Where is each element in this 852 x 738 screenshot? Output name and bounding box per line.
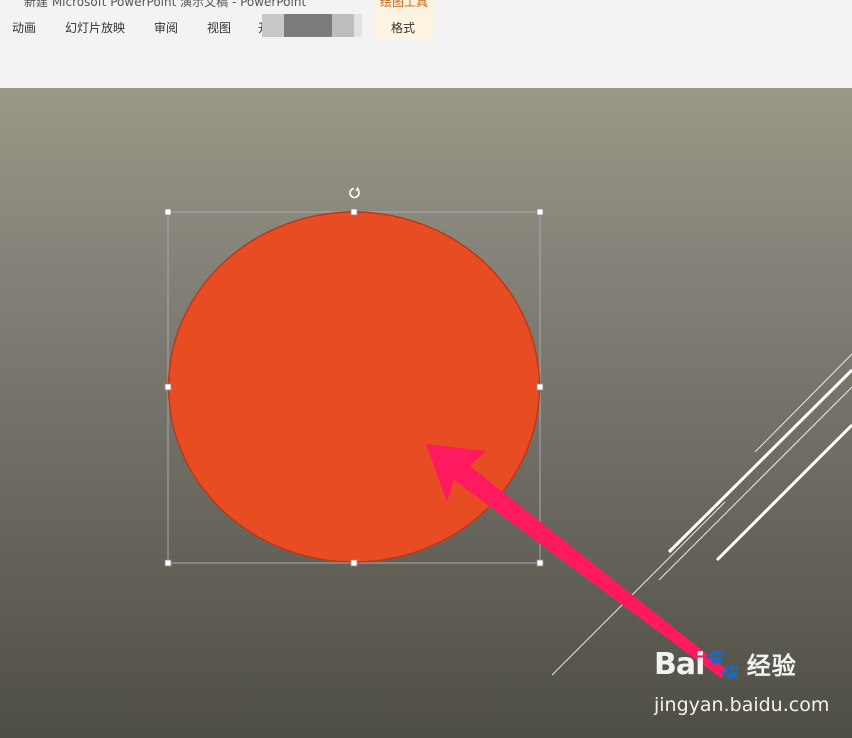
decor-line-1 <box>754 353 852 453</box>
resize-handle-se[interactable] <box>536 559 544 567</box>
resize-handle-w[interactable] <box>164 383 172 391</box>
baidu-jingyan-watermark: Bai🐾 经验 jingyan.baidu.com <box>654 646 844 722</box>
resize-handle-n[interactable] <box>350 208 358 216</box>
resize-handle-ne[interactable] <box>536 208 544 216</box>
rotate-handle-icon[interactable] <box>349 186 360 199</box>
annotation-arrow <box>426 444 727 678</box>
watermark-logo: Bai🐾 经验 <box>654 646 797 682</box>
slide-graphics <box>164 186 852 678</box>
resize-handle-sw[interactable] <box>164 559 172 567</box>
decor-line-2 <box>667 368 852 554</box>
resize-handle-nw[interactable] <box>164 208 172 216</box>
watermark-logo-text: Bai <box>654 647 705 682</box>
resize-handle-s[interactable] <box>350 559 358 567</box>
oval-shape[interactable] <box>167 211 541 563</box>
decor-line-4 <box>715 423 852 562</box>
resize-handle-e[interactable] <box>536 383 544 391</box>
watermark-url: jingyan.baidu.com <box>654 694 830 716</box>
watermark-logo-suffix: 经验 <box>746 652 797 680</box>
decorative-lines <box>551 353 852 676</box>
paw-icon: 🐾 <box>704 647 741 682</box>
decor-line-3 <box>658 386 852 581</box>
